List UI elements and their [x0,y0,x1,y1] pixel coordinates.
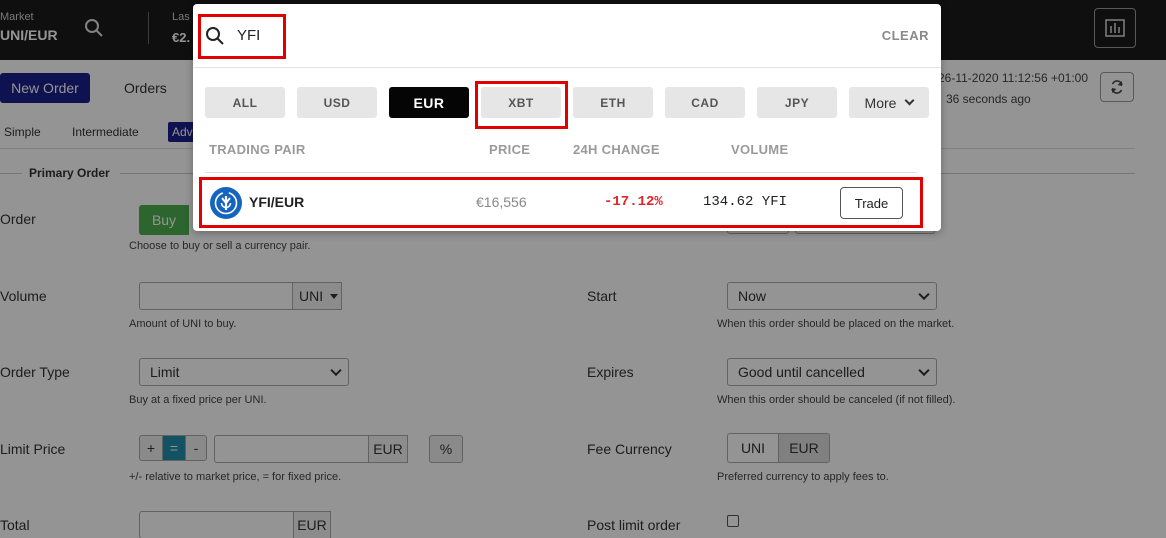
tab-usd[interactable]: USD [297,87,377,118]
pair-volume: 134.62 YFI [703,194,788,210]
column-header-change: 24H CHANGE [573,142,660,157]
pair-name: YFI/EUR [249,194,305,210]
pair-search-input[interactable] [237,22,437,48]
pair-price: €16,556 [476,194,527,210]
divider [205,172,917,173]
column-header-price: PRICE [489,142,531,157]
table-row[interactable]: YFI/EUR €16,556 -17.12% 134.62 YFI Trade [201,180,923,226]
tab-eur[interactable]: EUR [389,87,469,118]
column-header-volume: VOLUME [731,142,789,157]
trade-button[interactable]: Trade [840,187,903,219]
tab-cad[interactable]: CAD [665,87,745,118]
yfi-coin-icon [210,187,242,219]
tab-more-label: More [864,94,897,111]
tab-jpy[interactable]: JPY [757,87,837,118]
tab-more[interactable]: More [849,87,929,118]
search-row: CLEAR [193,4,941,68]
clear-button[interactable]: CLEAR [882,28,929,43]
chevron-down-icon [905,95,915,106]
pair-search-popup: CLEAR ALL USD EUR XBT ETH CAD JPY More T… [193,4,941,231]
tab-all[interactable]: ALL [205,87,285,118]
tab-eth[interactable]: ETH [573,87,653,118]
pair-change: -17.12% [604,194,663,210]
search-icon [206,27,224,45]
column-header-pair: TRADING PAIR [209,142,306,157]
tab-xbt[interactable]: XBT [481,87,561,118]
